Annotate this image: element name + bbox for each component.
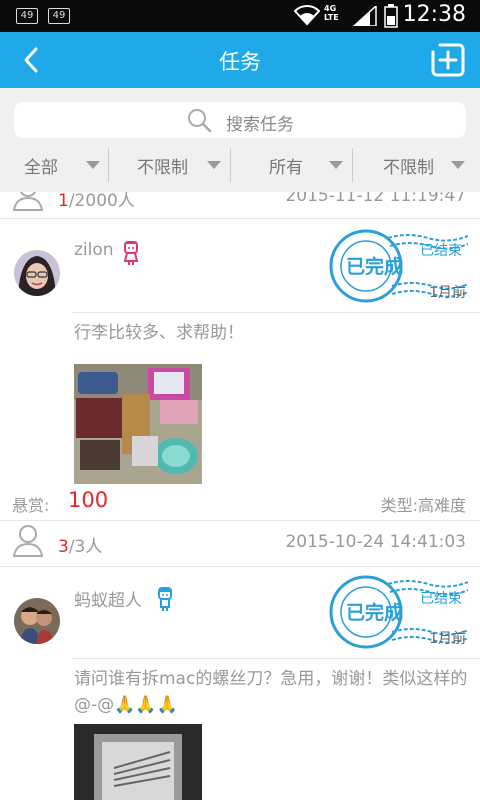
avatar[interactable] (14, 250, 60, 296)
status-bar: 49 49 4G LTE 12:38 (0, 0, 480, 32)
stamp-label: 已完成 (346, 602, 404, 624)
filter-category[interactable]: 全部 (0, 148, 108, 182)
reward-value: 100 (68, 488, 109, 512)
task-card[interactable]: 蚂蚁超人 已完成 已结束 1月前 请问谁有拆mac的螺丝刀？急用，谢谢！类似这样… (0, 566, 480, 800)
task-list: 1/2000人 2015-11-12 11:19:47 zilon 已完成 已结… (0, 192, 480, 800)
reward-label: 悬赏: (12, 496, 50, 515)
task-card[interactable]: zilon 已完成 已结束 1月前 行李比较多、求帮助！ 悬赏: 100 类型:… (0, 218, 480, 557)
caret-down-icon (451, 161, 465, 169)
filter-label: 不限制 (383, 158, 434, 178)
filter-limit[interactable]: 不限制 (109, 148, 229, 182)
participant-count: 1/2000人 (58, 192, 135, 211)
relative-time: 1月前 (429, 631, 466, 647)
stamp-status: 已结束 (420, 243, 462, 259)
signal-icon (352, 6, 377, 26)
divider (72, 312, 480, 313)
task-timestamp: 2015-10-24 14:41:03 (285, 532, 466, 552)
filter-bar: 搜索任务 全部 不限制 所有 不限制 (0, 88, 480, 192)
male-icon (158, 587, 172, 611)
participant-count: 3/3人 (58, 537, 103, 557)
filter-tabs: 全部 不限制 所有 不限制 (0, 148, 480, 182)
female-icon (123, 241, 139, 265)
caret-down-icon (207, 161, 221, 169)
wifi-icon (294, 5, 320, 26)
avatar[interactable] (14, 598, 60, 644)
notification-badge: 49 (16, 8, 38, 24)
stamp-label: 已完成 (346, 256, 404, 278)
divider (0, 520, 480, 521)
task-content: 请问谁有拆mac的螺丝刀？急用，谢谢！类似这样的@-@🙏🙏🙏 (74, 669, 468, 715)
caret-down-icon (86, 161, 100, 169)
notification-badge: 49 (48, 8, 70, 24)
divider (72, 658, 480, 659)
task-photo[interactable] (74, 364, 202, 484)
stamp-status: 已结束 (420, 591, 462, 607)
task-timestamp: 2015-11-12 11:19:47 (285, 192, 466, 206)
network-type: 4G LTE (324, 4, 339, 22)
clock: 12:38 (402, 2, 466, 27)
search-icon (188, 109, 212, 133)
task-content: 行李比较多、求帮助！ (74, 323, 244, 343)
people-icon (12, 192, 44, 211)
filter-scope[interactable]: 所有 (231, 148, 351, 182)
filter-label: 不限制 (137, 158, 188, 178)
people-icon (12, 525, 44, 557)
app-header: 任务 (0, 32, 480, 88)
task-photo[interactable] (74, 724, 202, 800)
filter-label: 全部 (24, 158, 58, 178)
caret-down-icon (329, 161, 343, 169)
task-type: 类型:高难度 (380, 496, 466, 515)
filter-status[interactable]: 不限制 (353, 148, 480, 182)
add-square-icon[interactable] (430, 42, 466, 78)
battery-icon (384, 4, 398, 28)
search-placeholder: 搜索任务 (226, 115, 294, 135)
search-input[interactable]: 搜索任务 (14, 102, 466, 138)
username[interactable]: 蚂蚁超人 (74, 586, 142, 611)
username[interactable]: zilon (74, 240, 114, 260)
page-title: 任务 (219, 50, 261, 74)
relative-time: 1月前 (429, 285, 466, 301)
filter-label: 所有 (269, 158, 303, 178)
